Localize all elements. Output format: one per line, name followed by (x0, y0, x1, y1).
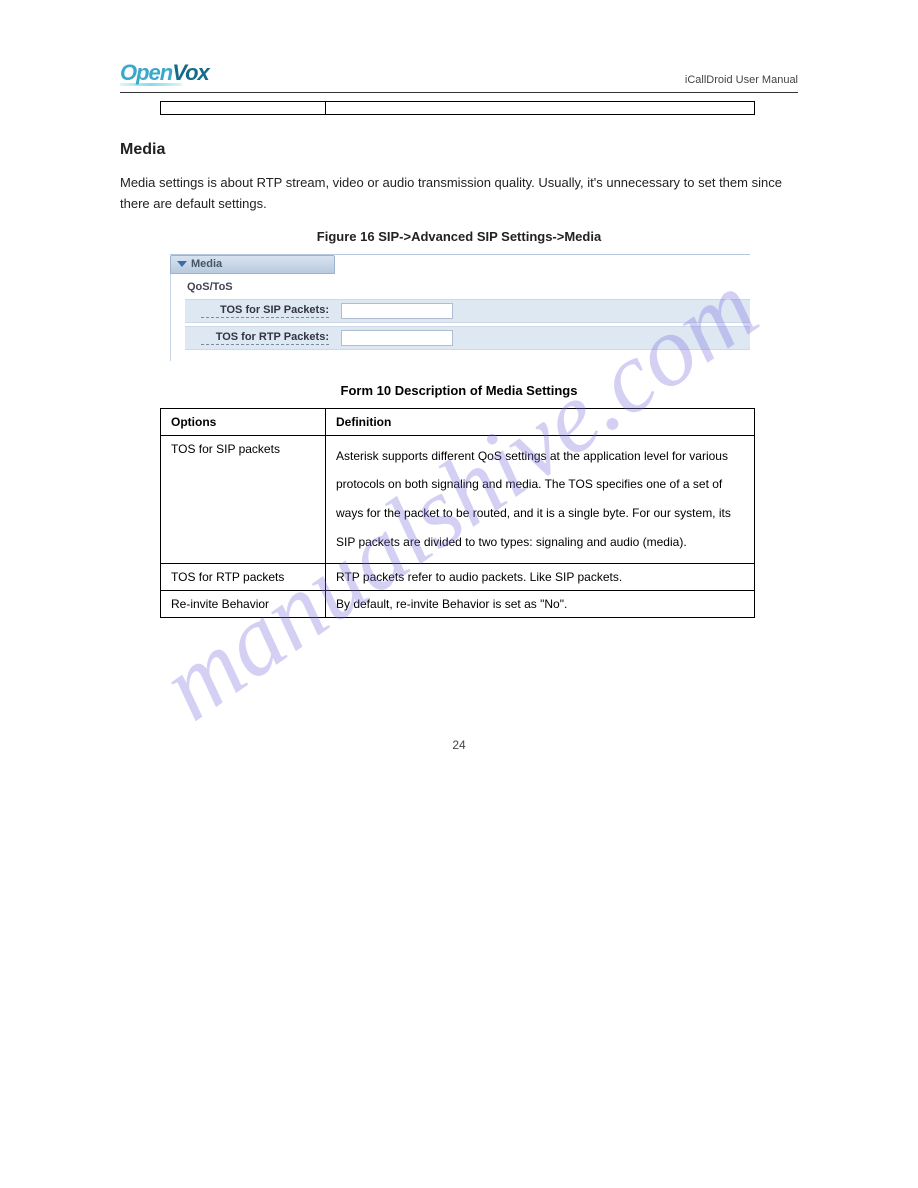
logo-block: OpenVox (120, 60, 209, 86)
page-number: 24 (120, 738, 798, 752)
logo-open: Open (120, 60, 172, 85)
cell-definition: RTP packets refer to audio packets. Like… (326, 563, 755, 590)
media-figure: Media QoS/ToS TOS for SIP Packets: TOS f… (170, 254, 750, 361)
page-container: OpenVox iCallDroid User Manual Media Med… (0, 0, 918, 992)
table2-caption: Form 10 Description of Media Settings (120, 383, 798, 398)
cell-option: Re-invite Behavior (161, 590, 326, 617)
cell-option: TOS for SIP packets (161, 435, 326, 563)
table-row: TOS for SIP packets Asterisk supports di… (161, 435, 755, 563)
qos-tos-label: QoS/ToS (185, 278, 750, 296)
logo-vox: Vox (172, 60, 209, 85)
sip-input[interactable] (341, 303, 453, 319)
rtp-input[interactable] (341, 330, 453, 346)
logo: OpenVox (120, 60, 209, 86)
media-panel-title: Media (191, 258, 222, 270)
cell-definition (326, 102, 755, 115)
header-definition: Definition (326, 408, 755, 435)
media-panel-body: QoS/ToS TOS for SIP Packets: TOS for RTP… (170, 274, 750, 361)
rtp-label: TOS for RTP Packets: (201, 331, 329, 345)
page-header: OpenVox iCallDroid User Manual (120, 60, 798, 93)
header-right-text: iCallDroid User Manual (685, 74, 798, 86)
chevron-down-icon (177, 261, 187, 267)
sip-label: TOS for SIP Packets: (201, 304, 329, 318)
table-row: TOS for RTP packets RTP packets refer to… (161, 563, 755, 590)
section-text: Media settings is about RTP stream, vide… (120, 173, 798, 215)
table-media-settings: Options Definition TOS for SIP packets A… (160, 408, 755, 618)
cell-definition: Asterisk supports different QoS settings… (326, 435, 755, 563)
cell-definition: By default, re-invite Behavior is set as… (326, 590, 755, 617)
media-panel-header[interactable]: Media (170, 255, 335, 274)
table-row (161, 102, 755, 115)
figure-caption: Figure 16 SIP->Advanced SIP Settings->Me… (120, 229, 798, 244)
bottom-spacer (120, 752, 798, 932)
table-row: Re-invite Behavior By default, re-invite… (161, 590, 755, 617)
table-top (160, 101, 755, 115)
cell-option (161, 102, 326, 115)
row-sip: TOS for SIP Packets: (185, 299, 750, 323)
cell-option: TOS for RTP packets (161, 563, 326, 590)
section-title: Media (120, 141, 798, 159)
table-row: Options Definition (161, 408, 755, 435)
header-options: Options (161, 408, 326, 435)
row-rtp: TOS for RTP Packets: (185, 326, 750, 350)
